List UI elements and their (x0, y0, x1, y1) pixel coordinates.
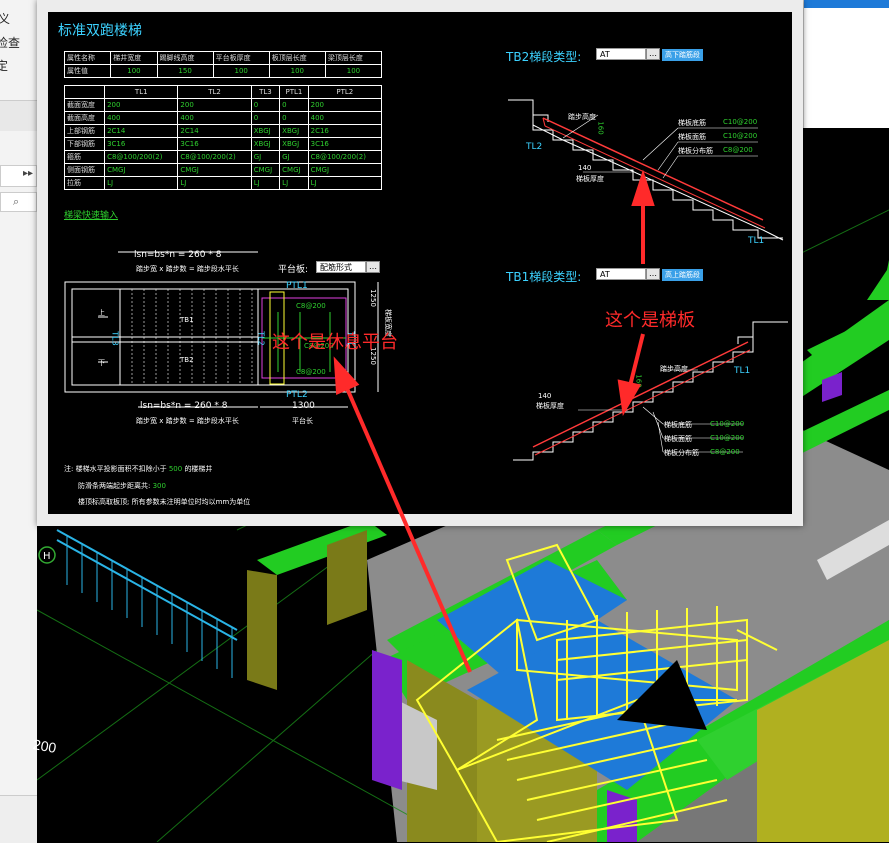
rest-platform-callout: 这个是休息平台 (272, 332, 398, 353)
callout-arrows (333, 169, 655, 673)
stair-slab-callout: 这个是梯板 (605, 310, 695, 331)
